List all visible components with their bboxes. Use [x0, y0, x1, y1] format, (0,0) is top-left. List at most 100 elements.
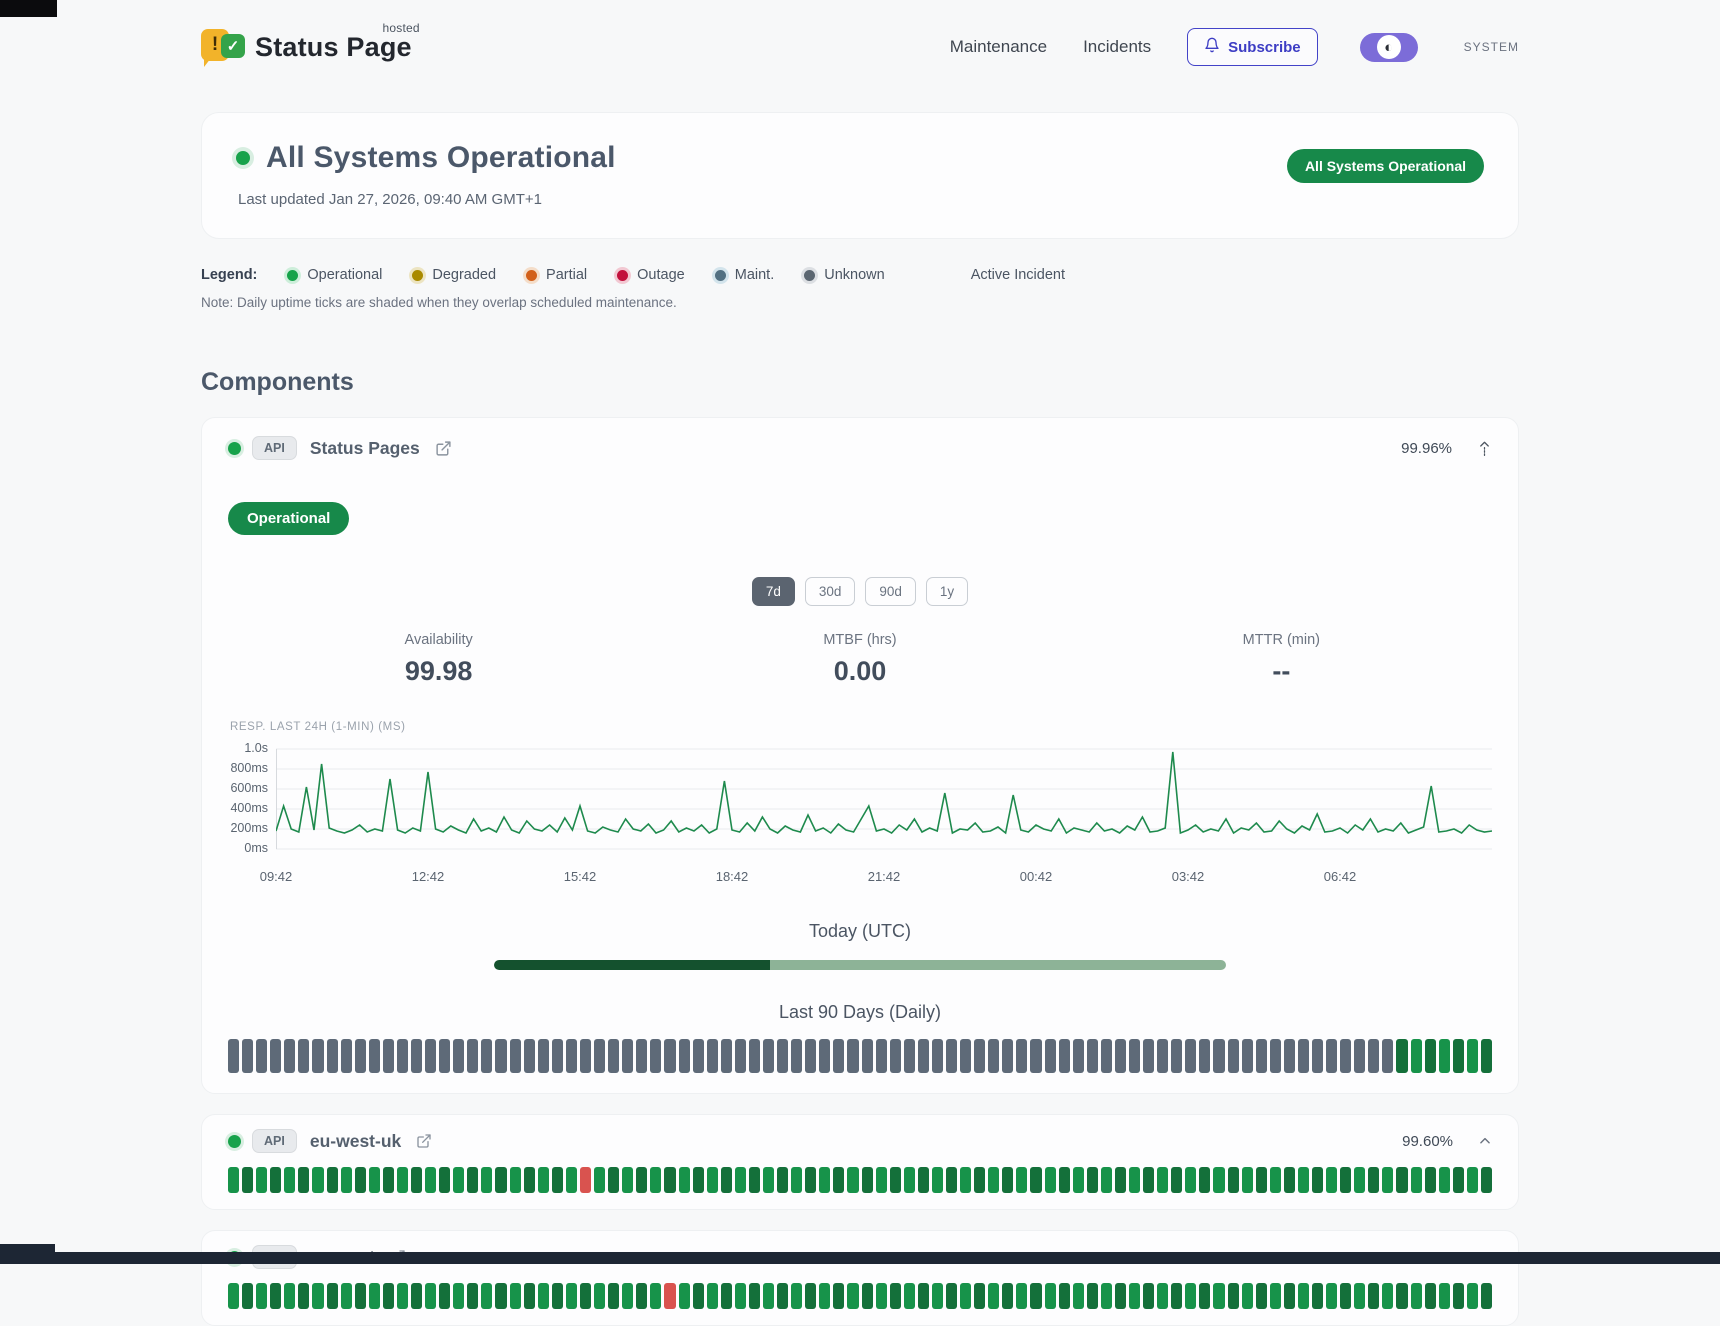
uptime-tick[interactable]	[1185, 1283, 1196, 1309]
uptime-tick[interactable]	[1411, 1283, 1422, 1309]
uptime-tick[interactable]	[918, 1283, 929, 1309]
uptime-tick[interactable]	[1340, 1283, 1351, 1309]
uptime-tick[interactable]	[341, 1283, 352, 1309]
uptime-tick[interactable]	[538, 1167, 549, 1193]
uptime-tick[interactable]	[847, 1039, 858, 1073]
uptime-tick[interactable]	[1228, 1283, 1239, 1309]
uptime-tick[interactable]	[622, 1283, 633, 1309]
uptime-tick[interactable]	[1016, 1167, 1027, 1193]
uptime-tick[interactable]	[1228, 1167, 1239, 1193]
uptime-tick[interactable]	[1326, 1039, 1337, 1073]
range-button-1y[interactable]: 1y	[926, 577, 968, 606]
chevron-up-icon[interactable]	[1478, 1134, 1492, 1148]
uptime-tick[interactable]	[1030, 1039, 1041, 1073]
uptime-tick[interactable]	[552, 1283, 563, 1309]
uptime-tick[interactable]	[453, 1283, 464, 1309]
uptime-tick[interactable]	[1481, 1167, 1492, 1193]
uptime-tick[interactable]	[580, 1039, 591, 1073]
uptime-tick[interactable]	[1213, 1167, 1224, 1193]
uptime-tick[interactable]	[763, 1039, 774, 1073]
uptime-tick[interactable]	[1129, 1039, 1140, 1073]
uptime-tick[interactable]	[890, 1283, 901, 1309]
uptime-tick[interactable]	[242, 1283, 253, 1309]
uptime-tick[interactable]	[1425, 1167, 1436, 1193]
uptime-tick[interactable]	[341, 1167, 352, 1193]
uptime-tick[interactable]	[650, 1283, 661, 1309]
uptime-tick[interactable]	[1439, 1283, 1450, 1309]
uptime-tick[interactable]	[932, 1167, 943, 1193]
uptime-tick[interactable]	[960, 1283, 971, 1309]
uptime-tick[interactable]	[1382, 1039, 1393, 1073]
uptime-tick[interactable]	[679, 1283, 690, 1309]
uptime-tick[interactable]	[721, 1039, 732, 1073]
uptime-tick[interactable]	[608, 1167, 619, 1193]
uptime-tick[interactable]	[819, 1039, 830, 1073]
uptime-tick[interactable]	[974, 1039, 985, 1073]
uptime-tick[interactable]	[791, 1283, 802, 1309]
uptime-tick[interactable]	[721, 1283, 732, 1309]
uptime-tick[interactable]	[1002, 1283, 1013, 1309]
uptime-tick[interactable]	[270, 1283, 281, 1309]
theme-toggle[interactable]: ◐	[1360, 33, 1418, 62]
uptime-tick[interactable]	[1030, 1167, 1041, 1193]
uptime-tick[interactable]	[1284, 1167, 1295, 1193]
uptime-tick[interactable]	[1270, 1167, 1281, 1193]
uptime-tick[interactable]	[467, 1283, 478, 1309]
uptime-tick[interactable]	[1185, 1167, 1196, 1193]
uptime-tick[interactable]	[538, 1283, 549, 1309]
uptime-tick[interactable]	[1157, 1167, 1168, 1193]
uptime-tick[interactable]	[1396, 1039, 1407, 1073]
uptime-tick[interactable]	[862, 1039, 873, 1073]
uptime-tick[interactable]	[946, 1283, 957, 1309]
uptime-tick[interactable]	[1143, 1167, 1154, 1193]
uptime-tick[interactable]	[411, 1167, 422, 1193]
uptime-tick[interactable]	[1340, 1167, 1351, 1193]
uptime-tick[interactable]	[960, 1039, 971, 1073]
uptime-tick[interactable]	[1002, 1167, 1013, 1193]
uptime-tick[interactable]	[1326, 1283, 1337, 1309]
uptime-tick[interactable]	[1354, 1283, 1365, 1309]
uptime-tick[interactable]	[284, 1167, 295, 1193]
uptime-tick[interactable]	[312, 1283, 323, 1309]
uptime-tick[interactable]	[974, 1283, 985, 1309]
uptime-tick[interactable]	[988, 1039, 999, 1073]
uptime-tick[interactable]	[735, 1283, 746, 1309]
uptime-tick[interactable]	[1101, 1283, 1112, 1309]
uptime-tick[interactable]	[369, 1283, 380, 1309]
uptime-tick[interactable]	[538, 1039, 549, 1073]
uptime-tick[interactable]	[1326, 1167, 1337, 1193]
uptime-tick[interactable]	[594, 1167, 605, 1193]
uptime-tick[interactable]	[1453, 1283, 1464, 1309]
uptime-tick[interactable]	[369, 1039, 380, 1073]
uptime-tick[interactable]	[1087, 1039, 1098, 1073]
uptime-tick[interactable]	[566, 1167, 577, 1193]
uptime-tick[interactable]	[580, 1283, 591, 1309]
uptime-tick[interactable]	[946, 1039, 957, 1073]
uptime-tick[interactable]	[1171, 1283, 1182, 1309]
uptime-tick[interactable]	[622, 1039, 633, 1073]
uptime-tick[interactable]	[1016, 1283, 1027, 1309]
uptime-tick[interactable]	[791, 1167, 802, 1193]
uptime-tick[interactable]	[453, 1039, 464, 1073]
uptime-tick[interactable]	[1368, 1039, 1379, 1073]
uptime-tick[interactable]	[411, 1283, 422, 1309]
uptime-tick[interactable]	[298, 1283, 309, 1309]
uptime-tick[interactable]	[664, 1039, 675, 1073]
uptime-tick[interactable]	[467, 1039, 478, 1073]
uptime-tick[interactable]	[1143, 1039, 1154, 1073]
brand-logo[interactable]: ! ✓ Status Page hosted	[201, 26, 412, 68]
uptime-tick[interactable]	[1242, 1039, 1253, 1073]
uptime-tick[interactable]	[904, 1167, 915, 1193]
uptime-tick[interactable]	[1143, 1283, 1154, 1309]
uptime-tick[interactable]	[425, 1283, 436, 1309]
uptime-tick[interactable]	[355, 1167, 366, 1193]
uptime-tick[interactable]	[284, 1283, 295, 1309]
uptime-tick[interactable]	[425, 1167, 436, 1193]
uptime-tick[interactable]	[566, 1039, 577, 1073]
uptime-tick[interactable]	[763, 1167, 774, 1193]
uptime-tick[interactable]	[327, 1167, 338, 1193]
uptime-tick[interactable]	[1467, 1039, 1478, 1073]
uptime-tick[interactable]	[847, 1283, 858, 1309]
uptime-tick[interactable]	[411, 1039, 422, 1073]
uptime-tick[interactable]	[735, 1167, 746, 1193]
